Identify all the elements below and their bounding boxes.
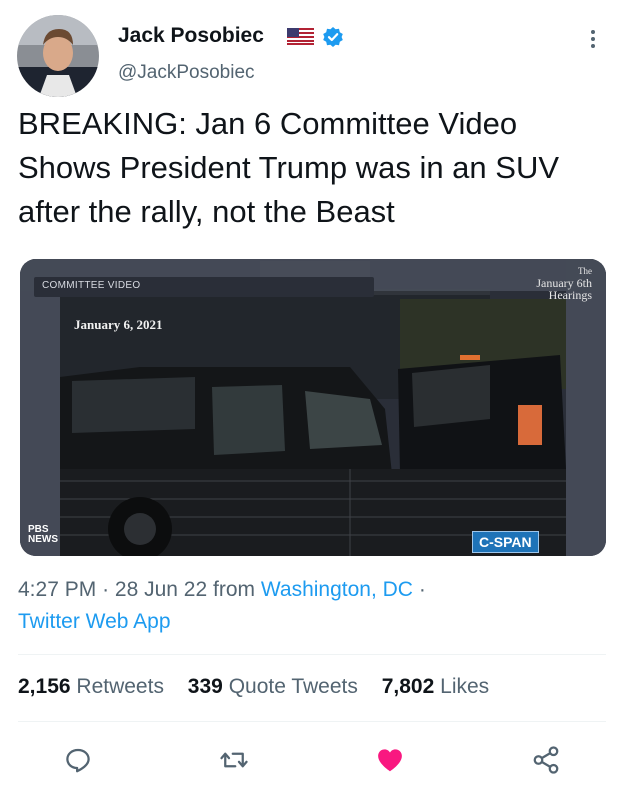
- heart-icon: [378, 749, 402, 772]
- share-button[interactable]: [526, 740, 566, 780]
- avatar[interactable]: [17, 15, 99, 97]
- tweet-video[interactable]: COMMITTEE VIDEO January 6, 2021 The Janu…: [20, 259, 606, 556]
- divider: [18, 654, 606, 655]
- pbs-logo-line2: NEWS: [28, 534, 58, 545]
- verified-badge-icon: [322, 26, 344, 48]
- cspan-logo: C-SPAN: [472, 531, 539, 553]
- tweet-text: BREAKING: Jan 6 Committee Video Shows Pr…: [18, 106, 560, 229]
- likes-stat[interactable]: 7,802 Likes: [382, 675, 489, 698]
- tweet-time[interactable]: 4:27 PM: [18, 578, 96, 601]
- retweets-label: Retweets: [76, 675, 164, 698]
- pbs-news-logo: PBS NEWS: [28, 525, 58, 545]
- quotes-label: Quote Tweets: [228, 675, 358, 698]
- tweet-date[interactable]: 28 Jun 22: [115, 578, 207, 601]
- likes-count: 7,802: [381, 675, 435, 698]
- likes-label: Likes: [440, 675, 490, 698]
- video-date-overlay: January 6, 2021: [74, 317, 163, 332]
- author-name[interactable]: Jack Posobiec: [118, 24, 264, 48]
- retweet-button[interactable]: [214, 740, 254, 780]
- divider: [18, 721, 606, 722]
- source-app-link[interactable]: Twitter Web App: [18, 610, 171, 633]
- avatar-image: [17, 15, 99, 97]
- location-link[interactable]: Washington, DC: [261, 578, 413, 601]
- from-label: from: [213, 578, 255, 601]
- tweet-meta: 4:27 PM · 28 Jun 22 from Washington, DC …: [18, 574, 608, 638]
- more-options-icon[interactable]: [582, 26, 604, 54]
- hearings-watermark: The January 6th Hearings: [536, 265, 592, 301]
- engagement-stats: 2,156 Retweets 339 Quote Tweets 7,802 Li…: [18, 675, 507, 699]
- retweets-stat[interactable]: 2,156 Retweets: [18, 675, 164, 698]
- like-button[interactable]: [370, 740, 410, 780]
- meta-separator-1: ·: [102, 578, 110, 601]
- share-icon: [533, 746, 559, 774]
- watermark-line-3: Hearings: [548, 288, 592, 302]
- retweet-icon: [220, 752, 248, 768]
- retweets-count: 2,156: [18, 675, 71, 698]
- author-handle[interactable]: @JackPosobiec: [118, 62, 255, 84]
- committee-video-label: COMMITTEE VIDEO: [42, 280, 141, 291]
- quotes-count: 339: [187, 675, 223, 698]
- us-flag-icon: [287, 28, 314, 45]
- reply-icon: [66, 748, 90, 773]
- meta-separator-2: ·: [418, 578, 426, 601]
- quote-tweets-stat[interactable]: 339 Quote Tweets: [188, 675, 358, 698]
- reply-button[interactable]: [58, 740, 98, 780]
